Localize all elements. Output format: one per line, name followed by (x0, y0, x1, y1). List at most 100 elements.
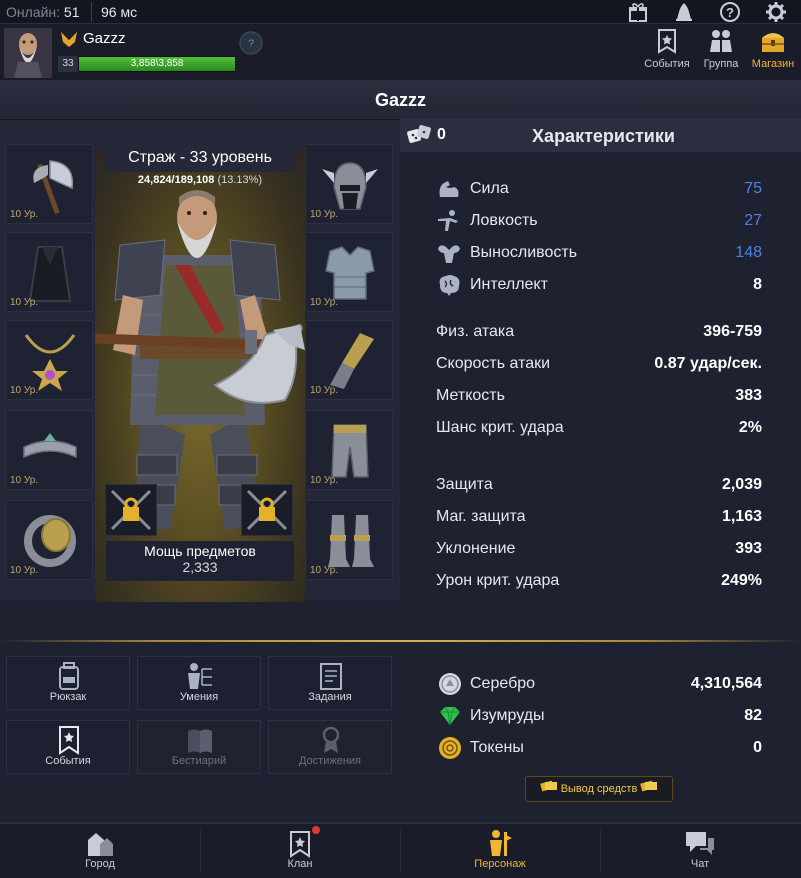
chat-icon (686, 832, 714, 855)
group-icon (698, 28, 744, 58)
quests-icon (320, 663, 342, 690)
silver-coin-icon (439, 673, 461, 695)
backpack-button[interactable]: Рюкзак (6, 656, 130, 710)
class-level-text: Страж - 33 уровень (128, 149, 272, 166)
avatar[interactable] (4, 28, 52, 78)
helmet-icon (322, 162, 378, 210)
guild-emblem-icon[interactable]: ? (238, 30, 264, 56)
online-indicator: Онлайн: 51 (6, 4, 80, 20)
help-icon[interactable]: ? (719, 1, 741, 23)
currency-row-tokens: Токены 0 (438, 735, 762, 761)
currency-row-emeralds: Изумруды 82 (438, 703, 762, 729)
slot-level: 10 Ур. (310, 385, 339, 396)
events-nav-button[interactable]: События (640, 28, 694, 80)
svg-text:?: ? (726, 5, 734, 20)
lock-icon (246, 489, 288, 531)
skills-icon (188, 663, 212, 689)
money-icon (640, 777, 658, 801)
health-text: 3,858\3,858 (130, 58, 184, 69)
achievements-label: Достижения (298, 755, 362, 767)
stat-row-attack-speed: Скорость атаки 0.87 удар/сек. (436, 355, 762, 372)
quests-button[interactable]: Задания (268, 656, 392, 710)
experience-text: 24,824/189,108 (13.13%) (137, 174, 263, 186)
cloak-slot[interactable]: 10 Ур. (5, 232, 93, 312)
locked-slot[interactable] (241, 484, 293, 536)
stat-row-agility: Ловкость 27 (436, 208, 762, 234)
boots-slot[interactable]: 10 Ур. (305, 500, 393, 580)
necklace-icon (24, 334, 76, 391)
events-label: События (45, 755, 91, 767)
slot-level: 10 Ур. (10, 297, 39, 308)
slot-level: 10 Ур. (10, 209, 39, 220)
stat-row-stamina: Выносливость 148 (436, 240, 762, 266)
nav-clan[interactable]: Клан (200, 826, 400, 878)
nav-town[interactable]: Город (0, 826, 200, 878)
ring-icon (24, 515, 76, 567)
character-icon (490, 830, 512, 856)
withdraw-button[interactable]: Вывод средств (525, 776, 673, 802)
currency-row-silver: Серебро 4,310,564 (438, 671, 762, 697)
status-bar: Онлайн: 51 96 мс ? (0, 0, 801, 24)
chest-icon (748, 28, 798, 58)
locked-slot[interactable] (105, 484, 157, 536)
banner-icon (59, 726, 79, 755)
slot-level: 10 Ур. (310, 565, 339, 576)
town-icon (88, 833, 113, 856)
events-button[interactable]: События (6, 720, 130, 774)
page-title: Gazzz (374, 90, 426, 110)
character-header: Gazzz 33 3,858\3,858 ? События Группа Ма… (0, 24, 801, 80)
group-nav-button[interactable]: Группа (698, 28, 744, 80)
clan-icon (290, 831, 310, 858)
weapon-slot[interactable]: 10 Ур. (5, 144, 93, 224)
nav-chat[interactable]: Чат (600, 826, 800, 878)
stat-row-crit-chance: Шанс крит. удара 2% (436, 419, 762, 436)
nav-chat-label: Чат (690, 858, 710, 870)
cloak-icon (28, 246, 72, 302)
skills-button[interactable]: Умения (137, 656, 261, 710)
stat-row-strength: Сила 75 (436, 176, 762, 202)
boots-icon (328, 515, 374, 567)
banner-icon (640, 28, 694, 58)
level-badge: 33 (58, 56, 78, 72)
acrobat-icon (438, 210, 458, 231)
book-icon (188, 729, 212, 753)
chest-armor-slot[interactable]: 10 Ур. (305, 232, 393, 312)
settings-icon[interactable] (765, 1, 787, 23)
leggings-slot[interactable]: 10 Ур. (305, 410, 393, 490)
glove-icon (330, 333, 374, 389)
nav-character[interactable]: Персонаж (400, 826, 600, 878)
axe-icon (33, 160, 74, 215)
item-power-label: Мощь предметов (144, 543, 256, 559)
necklace-slot[interactable]: 10 Ур. (5, 320, 93, 400)
slot-level: 10 Ур. (310, 475, 339, 486)
events-nav-label: События (644, 58, 690, 70)
rank-icon (59, 30, 79, 48)
slot-level: 10 Ур. (10, 385, 39, 396)
bestiary-button[interactable]: Бестиарий (137, 720, 261, 774)
achievements-button[interactable]: Достижения (268, 720, 392, 774)
nav-character-label: Персонаж (474, 858, 526, 870)
backpack-label: Рюкзак (49, 691, 87, 703)
withdraw-label: Вывод средств (560, 783, 638, 795)
bell-icon[interactable] (673, 1, 695, 23)
ring-slot[interactable]: 10 Ур. (5, 500, 93, 580)
stat-row-evasion: Уклонение 393 (436, 540, 762, 557)
stat-row-defense: Защита 2,039 (436, 476, 762, 493)
section-divider (0, 640, 801, 642)
svg-text:?: ? (248, 38, 254, 50)
nav-clan-label: Клан (287, 858, 313, 870)
nav-town-label: Город (85, 858, 115, 870)
medal-icon (322, 726, 340, 753)
bracer-slot[interactable]: 10 Ур. (5, 410, 93, 490)
emerald-icon (440, 706, 460, 726)
gift-icon[interactable] (627, 1, 649, 23)
item-power-value: 2,333 (182, 559, 218, 575)
health-bar: 3,858\3,858 (78, 56, 236, 72)
quests-label: Задания (308, 691, 352, 703)
shop-nav-button[interactable]: Магазин (748, 28, 798, 80)
glove-slot[interactable]: 10 Ур. (305, 320, 393, 400)
lock-icon (110, 489, 152, 531)
group-nav-label: Группа (703, 58, 739, 70)
chest-armor-icon (325, 246, 375, 300)
helmet-slot[interactable]: 10 Ур. (305, 144, 393, 224)
